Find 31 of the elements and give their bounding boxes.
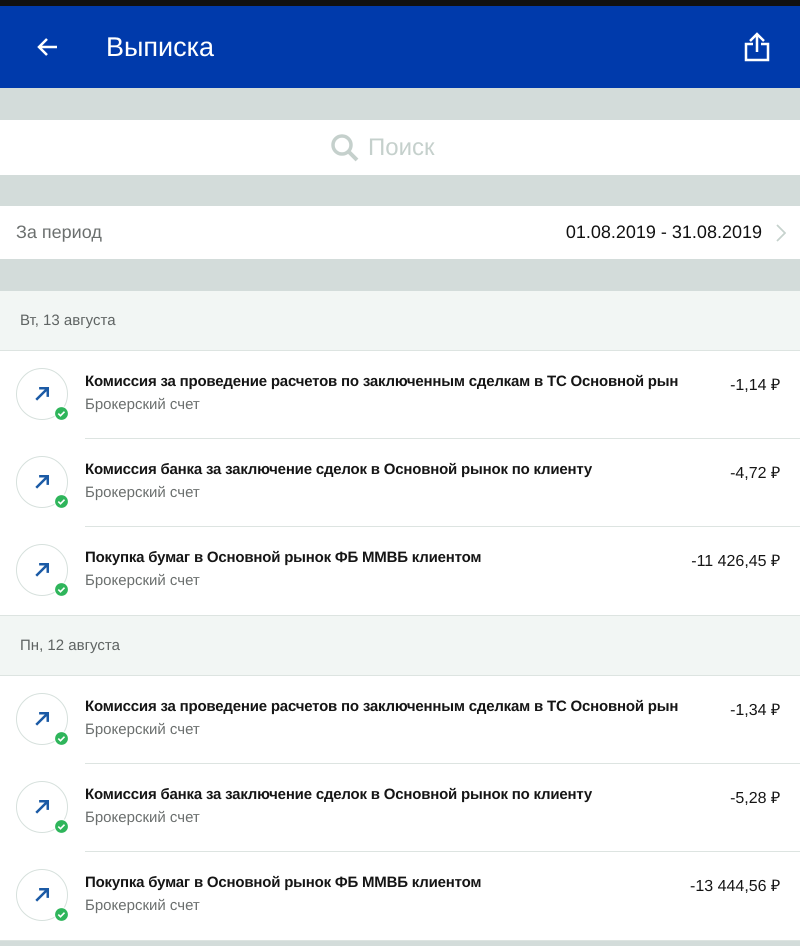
date-header: Пн, 12 августа xyxy=(20,637,120,654)
transaction-row[interactable]: Покупка бумаг в Основной рынок ФБ ММВБ клиентом Брокерский счет -11 426,45 ₽ xyxy=(0,527,800,615)
period-selector[interactable]: За период 01.08.2019 - 31.08.2019 xyxy=(0,206,800,259)
chevron-right-icon xyxy=(776,224,786,242)
account-name: Брокерский счет xyxy=(85,897,201,914)
transaction-title: Комиссия за проведение расчетов по заключенным сделкам в ТС Основной рын xyxy=(85,698,680,715)
account-name: Брокерский счет xyxy=(85,721,201,738)
transaction-amount: -1,34 ₽ xyxy=(729,701,781,720)
share-icon xyxy=(744,32,770,62)
account-name: Брокерский счет xyxy=(85,396,201,413)
transaction-amount: -13 444,56 ₽ xyxy=(689,877,781,896)
account-name: Брокерский счет xyxy=(85,809,201,826)
transaction-title: Комиссия банка за заключение сделок в Основной рынок по клиенту xyxy=(85,786,594,803)
share-button[interactable] xyxy=(744,32,770,62)
transaction-amount: -5,28 ₽ xyxy=(729,789,781,808)
period-value: 01.08.2019 - 31.08.2019 xyxy=(566,222,762,243)
period-label: За период xyxy=(16,222,103,243)
transaction-row[interactable]: Покупка бумаг в Основной рынок ФБ ММВБ клиентом Брокерский счет -13 444,56 ₽ xyxy=(0,852,800,940)
search-field[interactable]: Поиск xyxy=(366,132,470,162)
account-name: Брокерский счет xyxy=(85,572,201,589)
account-name: Брокерский счет xyxy=(85,484,201,501)
transaction-amount: -11 426,45 ₽ xyxy=(690,552,781,571)
transaction-title: Комиссия банка за заключение сделок в Основной рынок по клиенту xyxy=(85,461,594,478)
transaction-title: Комиссия за проведение расчетов по заключенным сделкам в ТС Основной рын xyxy=(85,373,680,390)
screen-title: Выписка xyxy=(106,32,216,62)
transaction-title: Покупка бумаг в Основной рынок ФБ ММВБ клиентом xyxy=(85,874,482,891)
date-header: Вт, 13 августа xyxy=(20,312,116,329)
transaction-title: Покупка бумаг в Основной рынок ФБ ММВБ клиентом xyxy=(85,549,482,566)
search-icon xyxy=(330,132,360,162)
transaction-amount: -4,72 ₽ xyxy=(729,464,781,483)
transaction-amount: -1,14 ₽ xyxy=(729,376,781,395)
